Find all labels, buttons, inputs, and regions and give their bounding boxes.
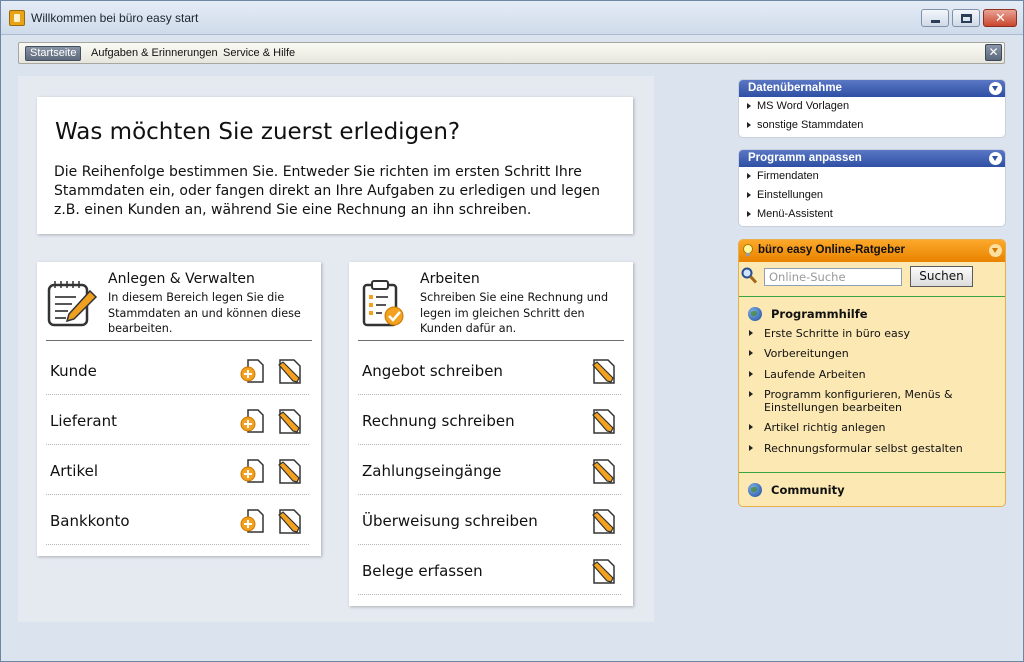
search-icon (741, 267, 757, 284)
tab-aufgaben[interactable]: Aufgaben & Erinnerungen (87, 46, 222, 61)
list-item-ueberweisung: Überweisung schreiben (358, 495, 621, 545)
tab-startseite[interactable]: Startseite (25, 46, 82, 61)
row-label: Bankkonto (50, 512, 130, 530)
divider (46, 340, 312, 341)
search-button[interactable]: Suchen (910, 266, 973, 287)
edit-icon[interactable] (277, 357, 304, 385)
help-link-vorbereitungen[interactable]: Vorbereitungen (749, 347, 1002, 360)
online-ratgeber-box: büro easy Online-Ratgeber Suchen Program… (738, 239, 1006, 507)
edit-icon[interactable] (591, 507, 618, 535)
sidebar-item-menue-assistent[interactable]: Menü-Assistent (739, 205, 1005, 224)
help-link-laufende-arbeiten[interactable]: Laufende Arbeiten (749, 368, 1002, 381)
work-card-title: Arbeiten (420, 271, 480, 287)
divider (739, 472, 1005, 473)
add-new-icon[interactable] (239, 457, 266, 485)
globe-icon (748, 483, 762, 497)
main-nav-bar: Startseite Aufgaben & Erinnerungen Servi… (18, 42, 1005, 64)
row-label: Lieferant (50, 412, 118, 430)
manage-card-title: Anlegen & Verwalten (108, 271, 255, 287)
chevron-down-icon[interactable] (989, 82, 1002, 95)
list-item-artikel: Artikel (46, 445, 309, 495)
list-item-zahlungseingaenge: Zahlungseingänge (358, 445, 621, 495)
programm-anpassen-header[interactable]: Programm anpassen (739, 150, 1005, 167)
close-icon: ✕ (995, 11, 1006, 26)
edit-icon[interactable] (277, 507, 304, 535)
app-logo-icon (9, 10, 25, 26)
row-label: Zahlungseingänge (362, 462, 502, 480)
chevron-down-icon[interactable] (989, 244, 1002, 257)
row-label: Kunde (50, 362, 97, 380)
clipboard-check-icon (362, 280, 404, 327)
work-card: Arbeiten Schreiben Sie eine Rechnung und… (349, 262, 633, 606)
notepad-pencil-icon (47, 281, 98, 327)
chevron-down-icon[interactable] (989, 152, 1002, 165)
datenuebernahme-header[interactable]: Datenübernahme (739, 80, 1005, 97)
edit-icon[interactable] (277, 407, 304, 435)
edit-icon[interactable] (591, 407, 618, 435)
tab-service-hilfe[interactable]: Service & Hilfe (219, 46, 299, 61)
close-window-button[interactable]: ✕ (983, 9, 1017, 27)
help-link-erste-schritte[interactable]: Erste Schritte in büro easy (749, 327, 1002, 340)
list-item-belege: Belege erfassen (358, 545, 621, 595)
lightbulb-icon (743, 244, 753, 256)
work-card-description: Schreiben Sie eine Rechnung und legen im… (420, 291, 609, 335)
manage-card: Anlegen & Verwalten In diesem Bereich le… (37, 262, 321, 556)
programm-anpassen-box: Programm anpassen Firmendaten Einstellun… (738, 149, 1006, 227)
row-label: Artikel (50, 462, 99, 480)
row-label: Rechnung schreiben (362, 412, 515, 430)
ratgeber-header[interactable]: büro easy Online-Ratgeber (739, 240, 1005, 262)
box-title: Datenübernahme (748, 82, 842, 94)
edit-icon[interactable] (277, 457, 304, 485)
sidebar-item-einstellungen[interactable]: Einstellungen (739, 186, 1005, 205)
help-link-rechnungsformular[interactable]: Rechnungsformular selbst gestalten (749, 442, 1002, 455)
close-page-button[interactable]: ✕ (985, 44, 1002, 61)
minimize-button[interactable] (921, 9, 949, 27)
help-link-artikel-anlegen[interactable]: Artikel richtig anlegen (749, 421, 1002, 434)
intro-text: Die Reihenfolge bestimmen Sie. Entweder … (54, 164, 600, 218)
add-new-icon[interactable] (239, 407, 266, 435)
start-page-content: Was möchten Sie zuerst erledigen? Die Re… (18, 76, 654, 622)
close-icon: ✕ (988, 45, 999, 59)
edit-icon[interactable] (591, 457, 618, 485)
community-link[interactable]: Community (771, 483, 845, 497)
list-item-angebot: Angebot schreiben (358, 345, 621, 395)
list-item-lieferant: Lieferant (46, 395, 309, 445)
help-link-programm-konfigurieren[interactable]: Programm konfigurieren, Menüs & Einstell… (749, 388, 1002, 414)
app-window: Willkommen bei büro easy start ✕ Startse… (0, 0, 1024, 662)
sidebar-item-stammdaten[interactable]: sonstige Stammdaten (739, 116, 1005, 135)
add-new-icon[interactable] (239, 507, 266, 535)
row-label: Angebot schreiben (362, 362, 503, 380)
title-bar: Willkommen bei büro easy start ✕ (1, 1, 1023, 35)
globe-icon (748, 307, 762, 321)
list-item-bankkonto: Bankkonto (46, 495, 309, 545)
minimize-icon (931, 20, 940, 23)
maximize-button[interactable] (952, 9, 980, 27)
list-item-kunde: Kunde (46, 345, 309, 395)
sidebar-item-firmendaten[interactable]: Firmendaten (739, 167, 1005, 186)
edit-icon[interactable] (591, 557, 618, 585)
divider (358, 340, 624, 341)
box-title: Programm anpassen (748, 152, 862, 164)
edit-icon[interactable] (591, 357, 618, 385)
online-search-input[interactable] (764, 268, 902, 286)
row-label: Belege erfassen (362, 562, 483, 580)
intro-panel: Was möchten Sie zuerst erledigen? Die Re… (37, 97, 633, 234)
sidebar-item-ms-word[interactable]: MS Word Vorlagen (739, 97, 1005, 116)
add-new-icon[interactable] (239, 357, 266, 385)
datenuebernahme-box: Datenübernahme MS Word Vorlagen sonstige… (738, 79, 1006, 138)
divider (739, 296, 1005, 297)
ratgeber-title: büro easy Online-Ratgeber (758, 244, 905, 256)
page-title: Was möchten Sie zuerst erledigen? (55, 119, 461, 145)
row-label: Überweisung schreiben (362, 512, 538, 530)
maximize-icon (961, 14, 972, 23)
window-title: Willkommen bei büro easy start (31, 11, 199, 25)
help-section-title[interactable]: Programmhilfe (771, 307, 868, 321)
list-item-rechnung: Rechnung schreiben (358, 395, 621, 445)
manage-card-description: In diesem Bereich legen Sie die Stammdat… (108, 291, 301, 335)
